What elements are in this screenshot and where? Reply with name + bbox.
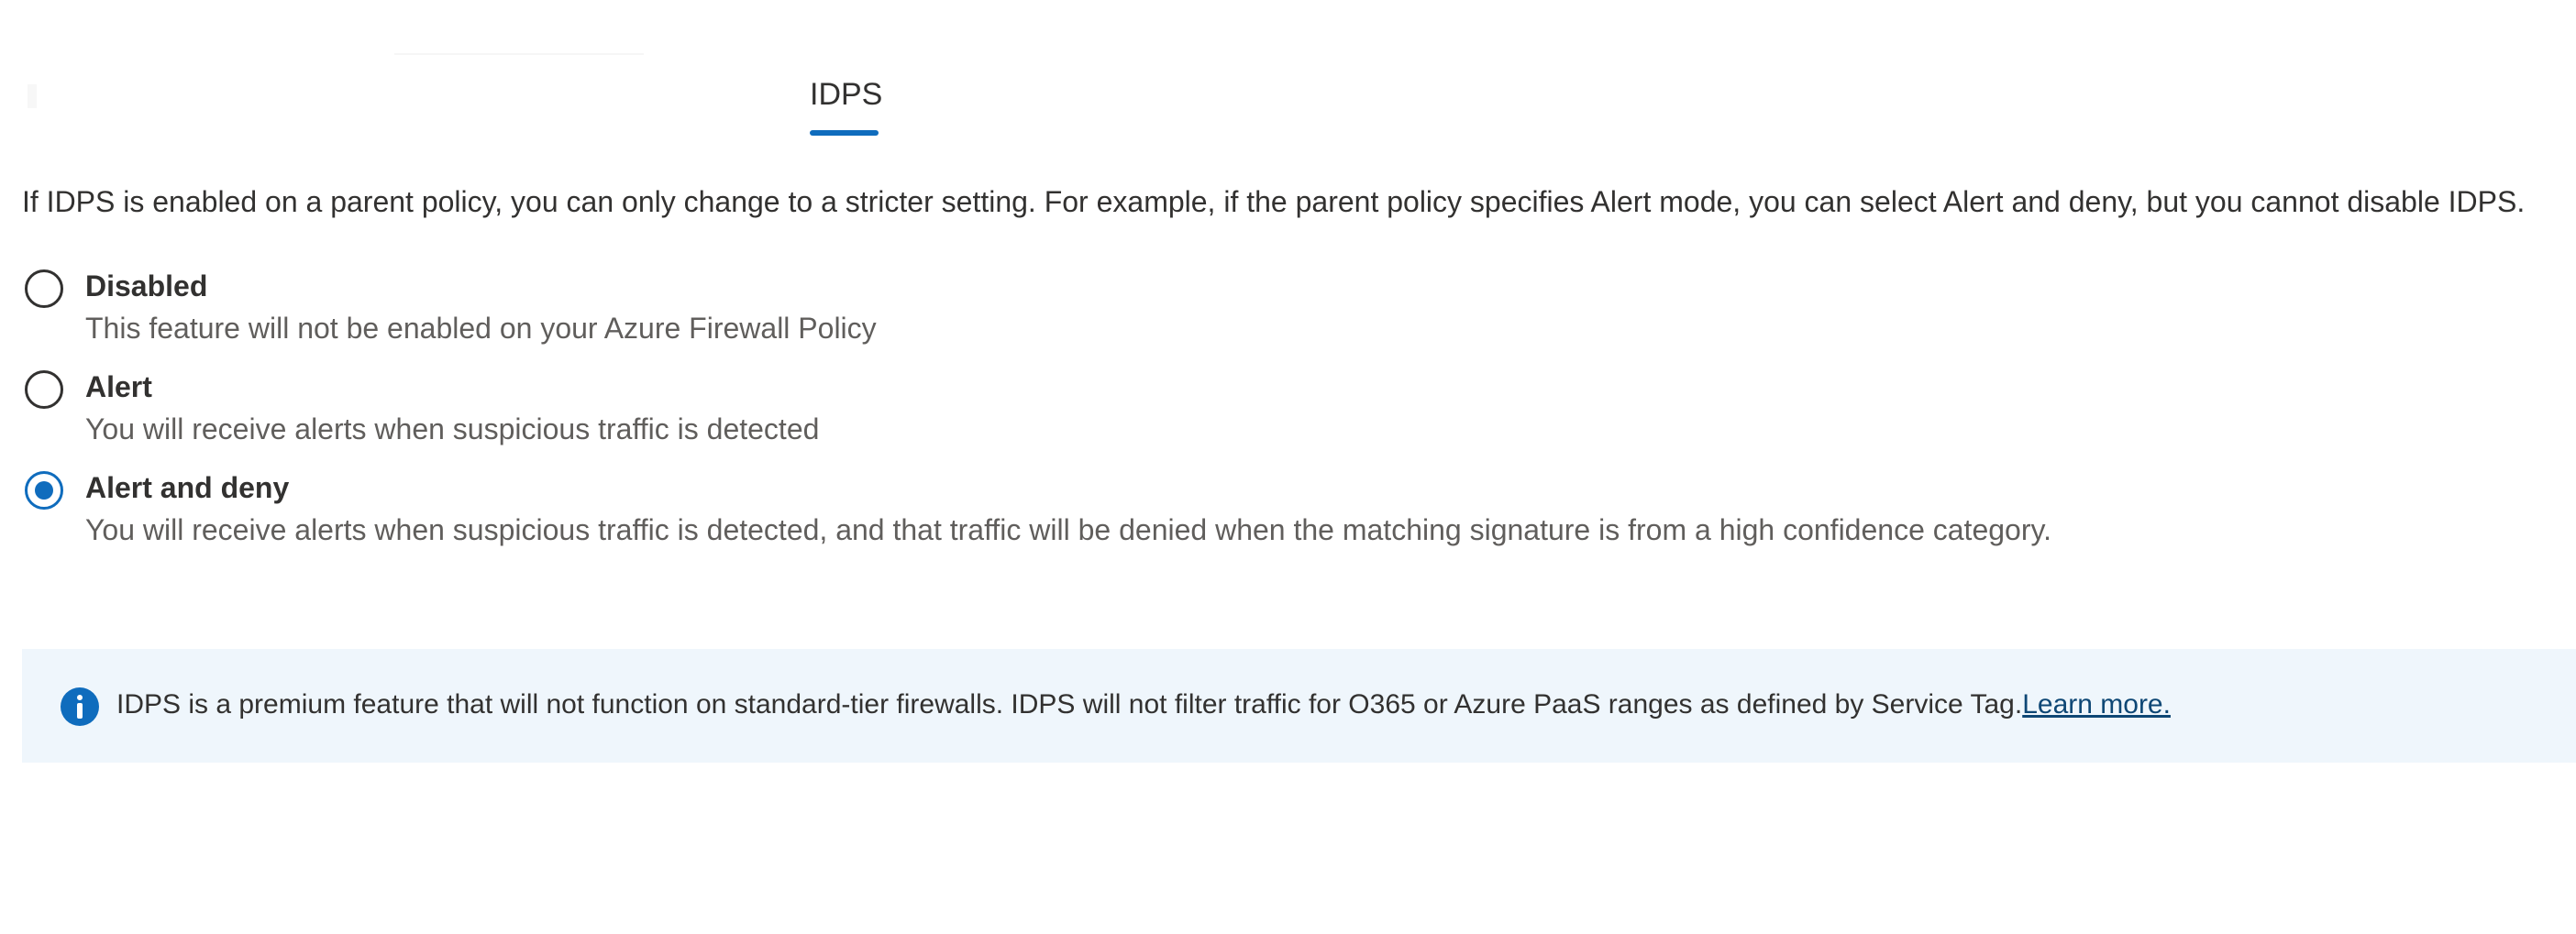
option-label[interactable]: Disabled [85, 269, 207, 303]
faded-divider [394, 53, 644, 55]
info-message-bar: IDPS is a premium feature that will not … [22, 649, 2576, 763]
idps-settings-page: IDPS If IDPS is enabled on a parent poli… [0, 0, 2576, 934]
option-description: This feature will not be enabled on your… [85, 312, 877, 345]
learn-more-link[interactable]: Learn more. [2022, 689, 2171, 720]
intro-text: If IDPS is enabled on a parent policy, y… [22, 185, 2526, 218]
tab-selected-indicator [810, 130, 879, 136]
tab-idps[interactable]: IDPS [810, 77, 882, 113]
info-message-text: IDPS is a premium feature that will not … [116, 689, 2023, 720]
option-description: You will receive alerts when suspicious … [85, 412, 820, 445]
radio-alert[interactable] [25, 370, 63, 409]
info-message: IDPS is a premium feature that will not … [116, 689, 2171, 720]
radio-alert-and-deny[interactable] [25, 471, 63, 510]
faded-glyph [28, 84, 37, 108]
option-label[interactable]: Alert [85, 370, 152, 404]
option-label[interactable]: Alert and deny [85, 471, 289, 505]
option-description: You will receive alerts when suspicious … [85, 513, 2051, 546]
info-icon [61, 687, 99, 726]
radio-disabled[interactable] [25, 269, 63, 308]
